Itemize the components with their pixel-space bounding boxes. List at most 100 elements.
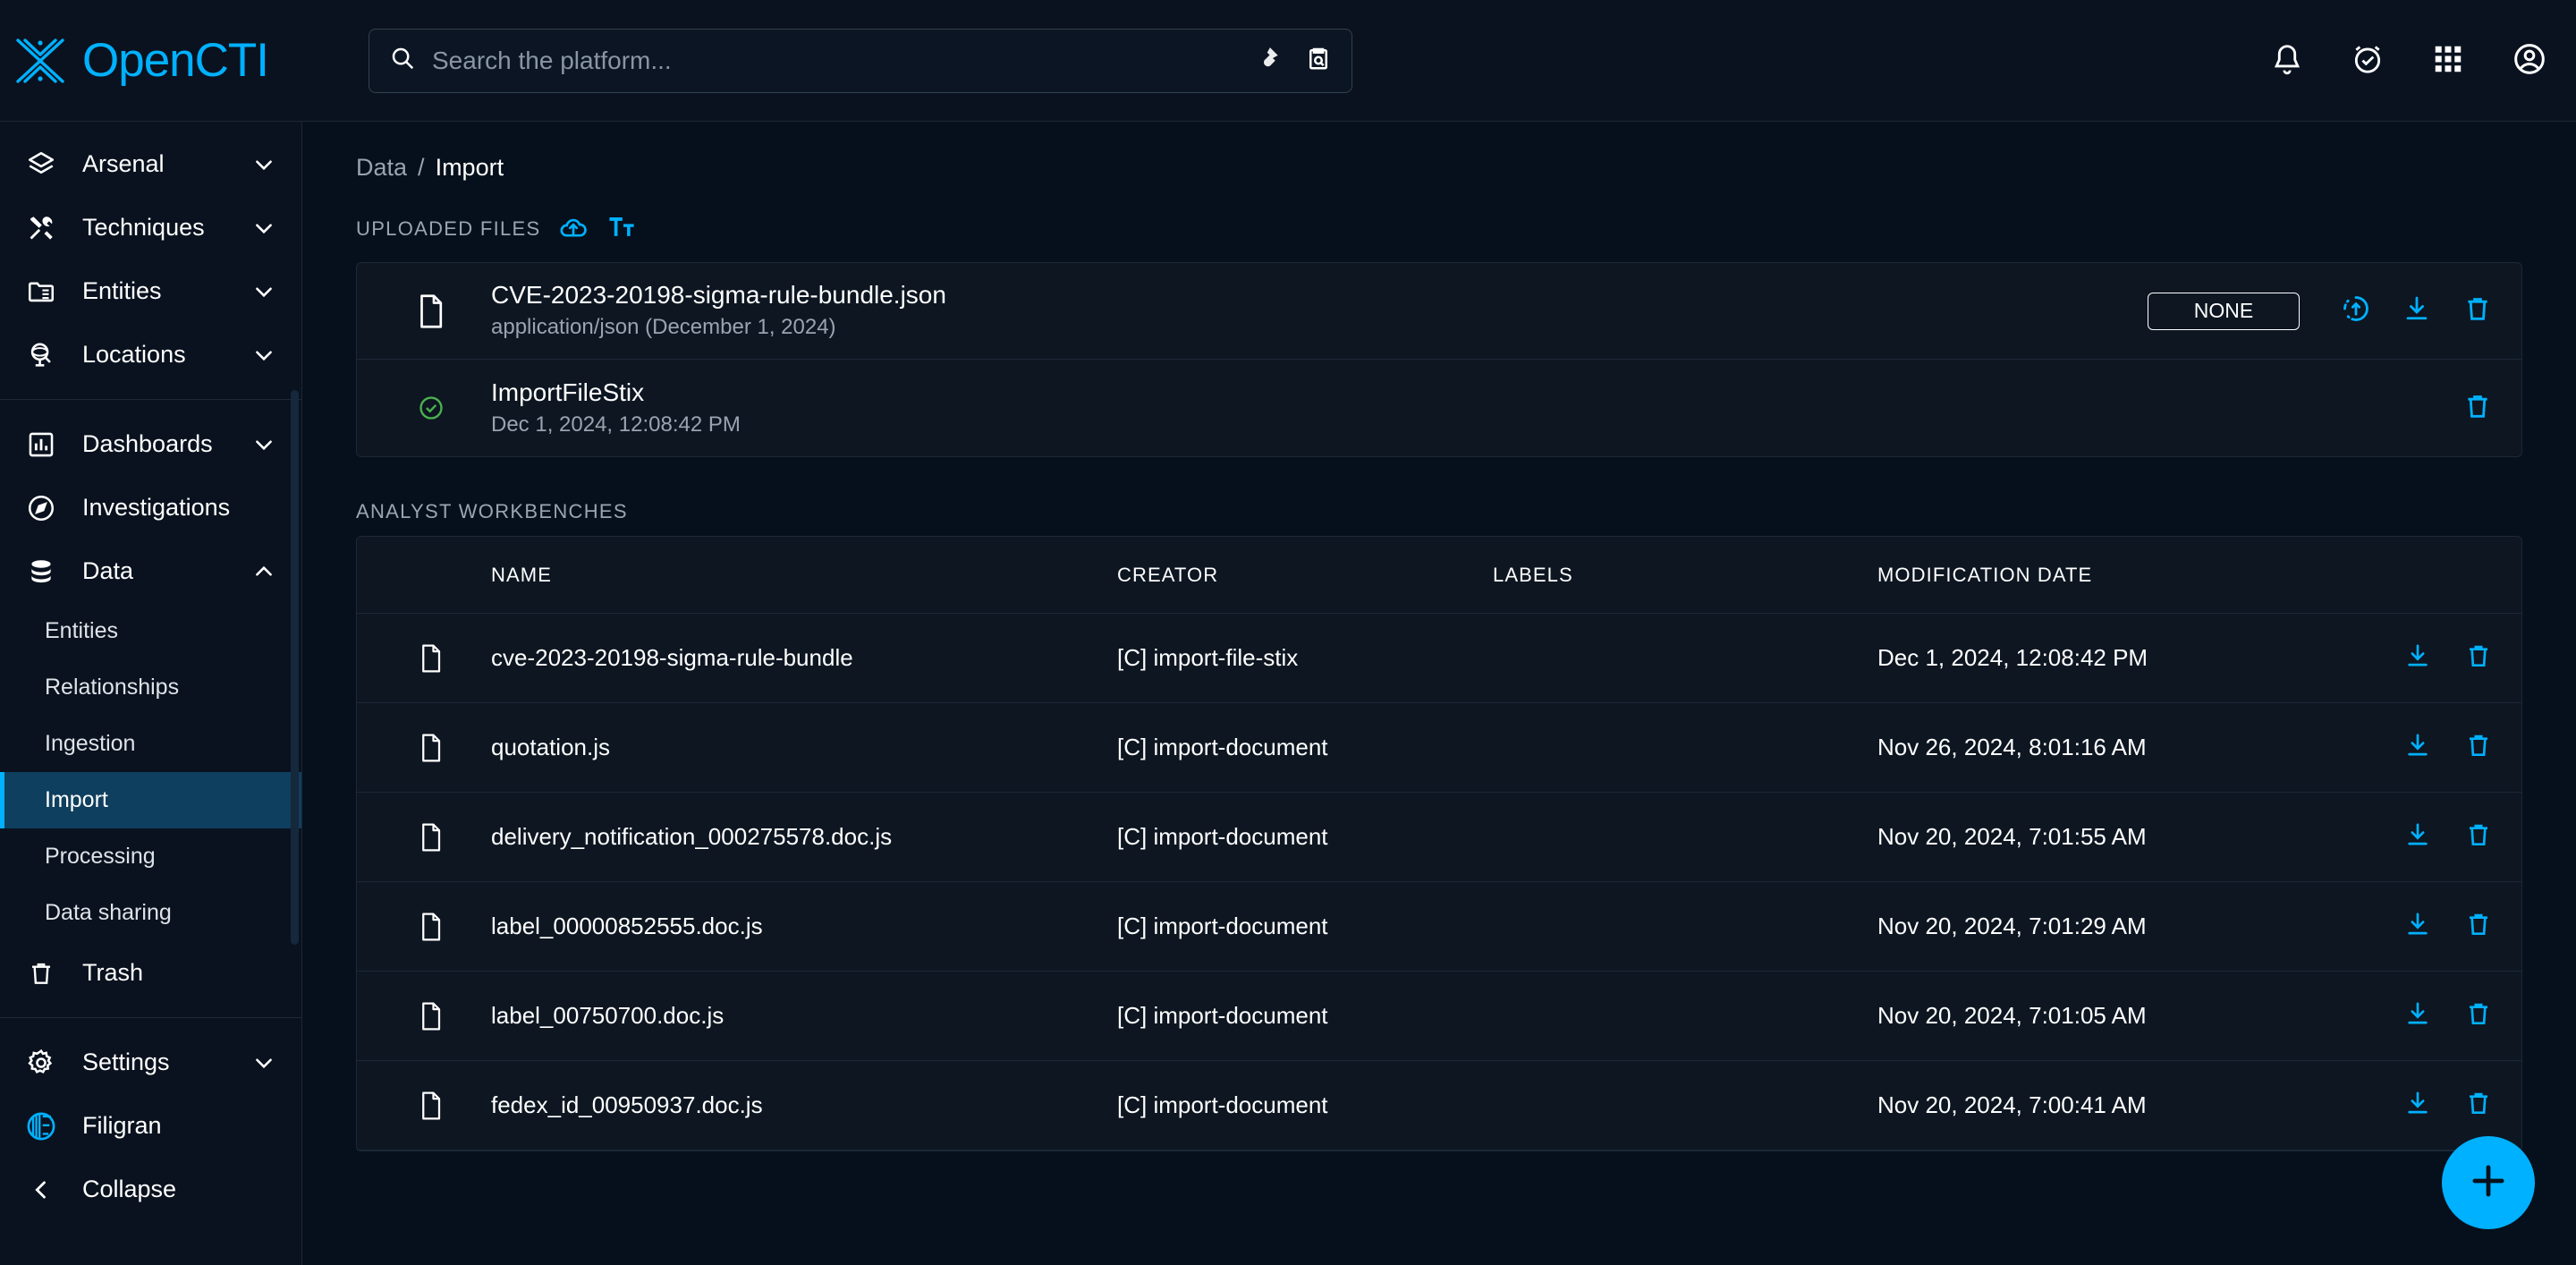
download-icon[interactable]	[2403, 731, 2432, 764]
file-icon	[407, 821, 455, 853]
uploaded-file-meta: CVE-2023-20198-sigma-rule-bundle.json ap…	[455, 279, 2148, 343]
marking-chip[interactable]: NONE	[2148, 292, 2300, 330]
clipboard-search-icon[interactable]	[1305, 45, 1332, 76]
file-icon	[407, 1000, 455, 1032]
sidebar-scrollbar[interactable]	[291, 390, 299, 945]
sidebar-item-data-sharing[interactable]: Data sharing	[0, 885, 301, 941]
search-input[interactable]	[432, 46, 1239, 75]
sidebar-sub-label: Relationships	[45, 675, 180, 700]
breadcrumb-separator: /	[418, 154, 425, 181]
table-row[interactable]: quotation.js [C] import-document Nov 26,…	[357, 703, 2521, 793]
download-icon[interactable]	[2403, 910, 2432, 943]
download-icon[interactable]	[2403, 641, 2432, 675]
column-header-modification-date[interactable]: MODIFICATION DATE	[1877, 564, 2368, 587]
chevron-down-icon[interactable]	[251, 153, 276, 176]
file-icon	[407, 911, 455, 943]
sidebar-item-label: Entities	[82, 277, 162, 304]
row-actions	[2368, 820, 2493, 853]
sidebar-item-locations[interactable]: Locations	[0, 323, 301, 386]
sidebar-item-arsenal[interactable]: Arsenal	[0, 132, 301, 196]
alarm-check-icon[interactable]	[2351, 42, 2385, 81]
sidebar-item-relationships[interactable]: Relationships	[0, 659, 301, 716]
sidebar-sub-label: Entities	[45, 618, 118, 643]
breadcrumb-import: Import	[435, 154, 504, 181]
database-icon	[23, 556, 59, 587]
chevron-down-icon[interactable]	[251, 216, 276, 240]
sidebar-item-label: Settings	[82, 1049, 170, 1075]
sidebar-item-dashboards[interactable]: Dashboards	[0, 412, 301, 476]
cloud-upload-icon[interactable]	[558, 212, 589, 247]
import-job-row[interactable]: ImportFileStix Dec 1, 2024, 12:08:42 PM	[357, 360, 2521, 456]
table-row[interactable]: cve-2023-20198-sigma-rule-bundle [C] imp…	[357, 614, 2521, 703]
import-job-actions	[2462, 391, 2493, 426]
brand-logo[interactable]: OpenCTI	[0, 33, 358, 89]
sidebar-item-data[interactable]: Data	[0, 539, 301, 603]
search-bar[interactable]	[369, 28, 1352, 93]
uploaded-file-row[interactable]: CVE-2023-20198-sigma-rule-bundle.json ap…	[357, 263, 2521, 360]
table-row[interactable]: label_00750700.doc.js [C] import-documen…	[357, 972, 2521, 1061]
table-row[interactable]: delivery_notification_000275578.doc.js […	[357, 793, 2521, 882]
chevron-up-icon[interactable]	[251, 560, 276, 583]
chevron-down-icon[interactable]	[251, 433, 276, 456]
delete-icon[interactable]	[2464, 1089, 2493, 1122]
download-icon[interactable]	[2403, 820, 2432, 853]
uploaded-files-title: UPLOADED FILES	[356, 217, 541, 240]
cell-creator: [C] import-document	[1117, 1002, 1328, 1029]
import-job-meta: ImportFileStix Dec 1, 2024, 12:08:42 PM	[455, 377, 2462, 440]
sidebar-item-entities-sub[interactable]: Entities	[0, 603, 301, 659]
column-header-labels[interactable]: LABELS	[1493, 564, 1877, 587]
create-workbench-fab[interactable]	[2442, 1136, 2535, 1229]
sidebar-item-collapse[interactable]: Collapse	[0, 1158, 301, 1221]
bell-icon[interactable]	[2270, 42, 2304, 81]
download-icon[interactable]	[2402, 293, 2432, 328]
bar-chart-icon	[23, 429, 59, 460]
cell-name: fedex_id_00950937.doc.js	[491, 1091, 763, 1118]
download-icon[interactable]	[2403, 999, 2432, 1032]
row-actions	[2368, 1089, 2493, 1122]
sidebar-item-label: Arsenal	[82, 150, 165, 177]
delete-icon[interactable]	[2462, 293, 2493, 328]
sidebar-item-techniques[interactable]: Techniques	[0, 196, 301, 259]
sidebar-item-trash[interactable]: Trash	[0, 941, 301, 1005]
layers-icon	[23, 149, 59, 180]
sidebar-item-label: Investigations	[82, 494, 231, 521]
chevron-down-icon[interactable]	[251, 1051, 276, 1074]
cell-modification-date: Nov 20, 2024, 7:01:55 AM	[1877, 823, 2147, 850]
delete-icon[interactable]	[2464, 731, 2493, 764]
text-format-icon[interactable]	[606, 212, 637, 247]
sidebar-item-import[interactable]: Import	[0, 772, 301, 828]
sidebar-item-settings[interactable]: Settings	[0, 1031, 301, 1094]
delete-icon[interactable]	[2464, 910, 2493, 943]
sidebar-sub-label: Data sharing	[45, 900, 172, 925]
ink-drop-icon[interactable]	[1255, 45, 1282, 76]
download-icon[interactable]	[2403, 1089, 2432, 1122]
apps-grid-icon[interactable]	[2431, 42, 2465, 81]
table-row[interactable]: label_00000852555.doc.js [C] import-docu…	[357, 882, 2521, 972]
sidebar-sub-label: Ingestion	[45, 731, 136, 756]
delete-icon[interactable]	[2464, 999, 2493, 1032]
import-job-name: ImportFileStix	[491, 378, 645, 406]
sidebar-item-entities[interactable]: Entities	[0, 259, 301, 323]
breadcrumb-data[interactable]: Data	[356, 154, 407, 182]
column-header-creator[interactable]: CREATOR	[1117, 564, 1493, 587]
delete-icon[interactable]	[2464, 820, 2493, 853]
opencti-logo-icon	[13, 33, 68, 89]
refresh-upload-icon[interactable]	[2341, 293, 2371, 328]
sidebar-item-ingestion[interactable]: Ingestion	[0, 716, 301, 772]
chevron-down-icon[interactable]	[251, 280, 276, 303]
account-circle-icon[interactable]	[2512, 41, 2547, 81]
sidebar-item-filigran[interactable]: Filigran	[0, 1094, 301, 1158]
sidebar-item-investigations[interactable]: Investigations	[0, 476, 301, 539]
column-header-name[interactable]: NAME	[455, 564, 1117, 587]
sidebar-item-label: Collapse	[82, 1176, 177, 1202]
compass-icon	[23, 493, 59, 523]
table-row[interactable]: fedex_id_00950937.doc.js [C] import-docu…	[357, 1061, 2521, 1150]
sidebar-scroll-area: Arsenal Techniques Entities Locations Da…	[0, 122, 301, 1265]
chevron-down-icon[interactable]	[251, 344, 276, 367]
sidebar-item-processing[interactable]: Processing	[0, 828, 301, 885]
workbenches-table: NAME CREATOR LABELS MODIFICATION DATE cv…	[356, 536, 2522, 1151]
delete-icon[interactable]	[2462, 391, 2493, 426]
row-actions	[2368, 731, 2493, 764]
app-body: Arsenal Techniques Entities Locations Da…	[0, 122, 2576, 1265]
delete-icon[interactable]	[2464, 641, 2493, 675]
